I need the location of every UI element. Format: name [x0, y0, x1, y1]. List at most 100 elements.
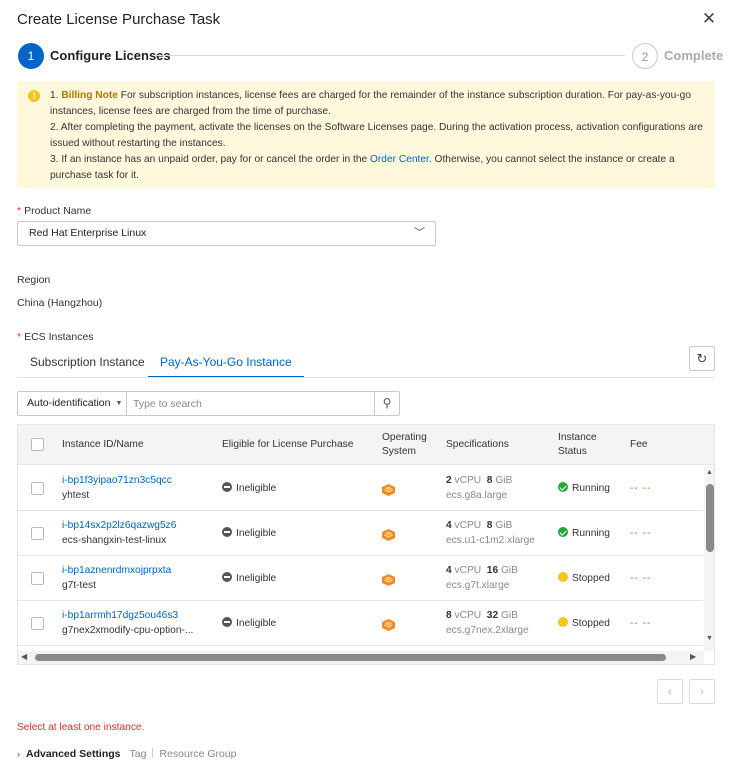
advanced-tag-label: Tag [129, 748, 147, 760]
notice-line-1-text: For subscription instances, license fees… [50, 90, 691, 117]
select-all-checkbox[interactable] [31, 438, 44, 451]
memory-unit: GiB [500, 610, 518, 621]
spec-summary: 8 vCPU 32 GiB [446, 608, 529, 623]
tab-subscription-instance[interactable]: Subscription Instance [18, 352, 157, 378]
instance-cell: i-bp14sx2p2lz6qazwg5z6 ecs-shangxin-test-… [62, 518, 176, 548]
ineligible-icon [222, 617, 232, 627]
notice-line-1: 1. Billing Note For subscription instanc… [50, 88, 705, 120]
scroll-left-icon[interactable]: ◀ [21, 652, 27, 661]
vertical-scrollbar[interactable]: ▲ ▼ [704, 466, 714, 651]
vcpu-count: 2 [446, 475, 452, 486]
refresh-icon: ↻ [696, 351, 708, 366]
tab-pay-as-you-go-instance[interactable]: Pay-As-You-Go Instance [148, 352, 304, 378]
status-stopped-icon [558, 572, 568, 582]
column-status-line-2: Status [558, 446, 587, 457]
ineligible-icon [222, 482, 232, 492]
next-page-button[interactable]: › [689, 679, 715, 704]
ecs-instances-label: * ECS Instances [17, 331, 94, 343]
table-row[interactable]: i-bp14sx2p2lz6qazwg5z6 ecs-shangxin-test-… [18, 511, 703, 556]
refresh-button[interactable]: ↻ [689, 346, 715, 371]
column-status-line-1: Instance [558, 432, 597, 443]
ineligible-icon [222, 572, 232, 582]
required-mark: * [17, 205, 22, 217]
row-checkbox[interactable] [31, 617, 44, 630]
search-icon[interactable]: ⚲ [374, 392, 399, 415]
vcpu-unit: vCPU [454, 520, 482, 531]
eligibility-cell: Ineligible [222, 616, 276, 631]
column-operating-system: Operating System [382, 431, 427, 459]
horizontal-scrollbar[interactable]: ◀ ▶ [18, 651, 704, 664]
table-header: Instance ID/Name Eligible for License Pu… [18, 425, 714, 465]
status-running-icon [558, 527, 568, 537]
instance-id-link[interactable]: i-bp1arrmh17dgz5ou46s3 [62, 608, 193, 623]
instance-type: ecs.u1-c1m2.xlarge [446, 535, 535, 546]
order-center-link[interactable]: Order Center [370, 154, 429, 165]
divider [152, 748, 154, 758]
linux-os-icon [382, 484, 395, 496]
product-name-select[interactable]: Red Hat Enterprise Linux ﹀ [17, 221, 436, 246]
step-1-label: Configure Licenses [50, 48, 171, 63]
instance-type: ecs.g8a.large [446, 490, 508, 501]
scroll-right-icon[interactable]: ▶ [690, 652, 696, 661]
product-name-label-text: Product Name [24, 205, 92, 217]
memory-size: 32 [486, 610, 499, 621]
vcpu-count: 4 [446, 520, 452, 531]
memory-unit: GiB [500, 565, 518, 576]
instance-type: ecs.g7nex.2xlarge [446, 625, 529, 636]
instance-name: g7t-test [62, 580, 96, 591]
product-name-label: * Product Name [17, 205, 91, 217]
spec-summary: 4 vCPU 16 GiB [446, 563, 518, 578]
vertical-scroll-thumb[interactable] [706, 484, 714, 552]
status-stopped-icon [558, 617, 568, 627]
chevron-right-icon: › [17, 749, 20, 759]
instance-name: ecs-shangxin-test-linux [62, 535, 167, 546]
close-icon[interactable]: ✕ [700, 10, 718, 28]
fee-value: -- -- [630, 483, 652, 494]
dialog-title: Create License Purchase Task [17, 11, 221, 28]
column-os-line-1: Operating [382, 432, 427, 443]
instance-id-link[interactable]: i-bp14sx2p2lz6qazwg5z6 [62, 518, 176, 533]
memory-size: 8 [486, 520, 493, 531]
step-connector [155, 55, 625, 56]
eligibility-cell: Ineligible [222, 481, 276, 496]
horizontal-scroll-thumb[interactable] [35, 654, 666, 661]
table-row[interactable]: i-bp1arrmh17dgz5ou46s3 g7nex2xmodify-cpu-… [18, 601, 703, 646]
status-text: Stopped [572, 618, 610, 629]
specifications-cell: 2 vCPU 8 GiB ecs.g8a.large [446, 473, 512, 503]
row-checkbox[interactable] [31, 572, 44, 585]
column-eligible: Eligible for License Purchase [222, 439, 354, 450]
column-instance-status: Instance Status [558, 431, 597, 459]
status-cell: Stopped [558, 616, 610, 631]
tabs-divider [17, 377, 715, 378]
memory-unit: GiB [495, 520, 513, 531]
row-checkbox[interactable] [31, 482, 44, 495]
eligibility-text: Ineligible [236, 618, 277, 629]
status-cell: Running [558, 526, 610, 541]
search-type-dropdown[interactable]: Auto-identification ▼ [18, 392, 127, 415]
table-row[interactable]: i-bp1f3yipao71zn3c5qcc yhtest Ineligible 2 … [18, 466, 703, 511]
search-type-label: Auto-identification [27, 397, 111, 409]
column-os-line-2: System [382, 446, 416, 457]
row-checkbox[interactable] [31, 527, 44, 540]
instances-table: Instance ID/Name Eligible for License Pu… [17, 424, 715, 665]
search-input[interactable] [128, 392, 374, 415]
notice-line-1-prefix: 1. [50, 90, 62, 101]
billing-note-title: Billing Note [61, 90, 118, 101]
status-cell: Stopped [558, 571, 610, 586]
scroll-up-icon[interactable]: ▲ [706, 469, 713, 476]
eligibility-cell: Ineligible [222, 526, 276, 541]
column-specifications: Specifications [446, 439, 509, 450]
instance-id-link[interactable]: i-bp1f3yipao71zn3c5qcc [62, 473, 172, 488]
specifications-cell: 8 vCPU 32 GiB ecs.g7nex.2xlarge [446, 608, 529, 638]
status-text: Running [572, 528, 610, 539]
status-text: Stopped [572, 573, 610, 584]
table-row[interactable]: i-bp1aznenrdmxojprpxta g7t-test Ineligible… [18, 556, 703, 601]
advanced-settings-title: Advanced Settings [26, 748, 121, 760]
warning-icon: ! [28, 90, 40, 102]
previous-page-button[interactable]: ‹ [657, 679, 683, 704]
scroll-down-icon[interactable]: ▼ [706, 635, 713, 642]
instance-id-link[interactable]: i-bp1aznenrdmxojprpxta [62, 563, 171, 578]
ineligible-icon [222, 527, 232, 537]
advanced-settings-toggle[interactable]: › Advanced Settings Tag Resource Group [17, 748, 237, 760]
vcpu-count: 4 [446, 565, 452, 576]
